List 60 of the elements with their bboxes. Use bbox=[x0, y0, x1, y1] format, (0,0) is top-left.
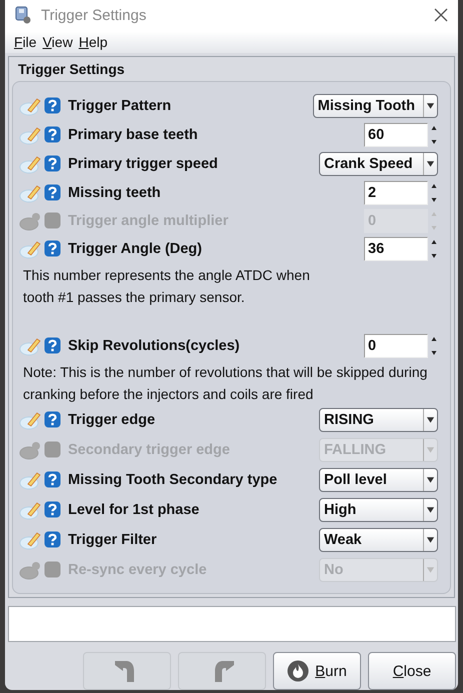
help-icon[interactable] bbox=[44, 501, 61, 518]
caret-icon bbox=[423, 152, 437, 175]
edit-icon[interactable] bbox=[19, 124, 43, 145]
help-icon[interactable] bbox=[44, 184, 61, 202]
help-icon[interactable] bbox=[44, 97, 61, 114]
panel-title: Trigger Settings bbox=[17, 60, 126, 79]
close-button[interactable]: Close bbox=[368, 652, 456, 690]
help-icon[interactable] bbox=[44, 471, 61, 488]
note-text: This number represents the angle ATDC when tooth #1 passes the primary sensor. bbox=[22, 266, 311, 307]
help-icon[interactable] bbox=[44, 411, 61, 428]
caret-icon bbox=[423, 558, 437, 581]
setting-label: Level for 1st phase bbox=[68, 502, 200, 518]
flame-icon bbox=[287, 660, 310, 682]
menu-item[interactable]: Help bbox=[78, 34, 108, 50]
dropdown[interactable]: High bbox=[319, 498, 438, 522]
caret-icon bbox=[423, 468, 437, 491]
edit-icon[interactable] bbox=[19, 336, 43, 356]
dropdown[interactable]: Crank Speed bbox=[319, 152, 438, 176]
dropdown[interactable]: RISING bbox=[319, 408, 438, 432]
window-title: Trigger Settings bbox=[41, 6, 148, 24]
caret-icon bbox=[423, 528, 437, 551]
number-field[interactable]: 2 bbox=[364, 180, 428, 205]
edit-icon[interactable] bbox=[19, 96, 43, 116]
setting-label: Trigger edge bbox=[68, 412, 156, 428]
setting-label: Trigger Pattern bbox=[68, 98, 172, 114]
edit-icon[interactable] bbox=[19, 470, 43, 490]
help-icon[interactable] bbox=[44, 240, 61, 258]
dropdown[interactable]: Poll level bbox=[319, 468, 438, 492]
edit-icon[interactable] bbox=[19, 154, 43, 174]
help-icon[interactable] bbox=[44, 531, 61, 548]
caret-icon bbox=[423, 438, 437, 461]
help-icon[interactable] bbox=[44, 126, 61, 144]
caret-icon bbox=[423, 498, 437, 521]
setting-label: Trigger Filter bbox=[68, 532, 158, 548]
menu-item[interactable]: View bbox=[42, 34, 73, 50]
number-field[interactable]: 0 bbox=[364, 334, 428, 358]
app-icon bbox=[14, 6, 32, 24]
dropdown[interactable]: Weak bbox=[319, 528, 438, 552]
dropdown[interactable]: Missing Tooth bbox=[312, 94, 438, 118]
setting-label: Trigger Angle (Deg) bbox=[68, 240, 203, 257]
edit-icon[interactable] bbox=[19, 530, 43, 550]
help-icon[interactable] bbox=[44, 337, 61, 354]
edit-icon[interactable] bbox=[19, 410, 43, 430]
caret-icon bbox=[423, 408, 437, 431]
close-icon[interactable] bbox=[434, 8, 448, 22]
menu-item[interactable]: File bbox=[14, 34, 37, 50]
setting-label: Primary base teeth bbox=[68, 126, 199, 143]
edit-icon[interactable] bbox=[19, 238, 43, 259]
number-field[interactable]: 60 bbox=[364, 122, 428, 147]
note-text: Note: This is the number of revolutions that will be skipped during cranking before the injectors and coils are fired bbox=[22, 362, 428, 404]
setting-label: Missing teeth bbox=[68, 184, 162, 201]
help-icon[interactable] bbox=[44, 155, 61, 172]
burn-button[interactable]: Burn bbox=[273, 652, 361, 690]
setting-label: Missing Tooth Secondary type bbox=[68, 472, 278, 488]
edit-icon[interactable] bbox=[19, 182, 43, 203]
number-field[interactable]: 36 bbox=[364, 236, 428, 261]
caret-icon bbox=[423, 94, 437, 117]
setting-label: Skip Revolutions(cycles) bbox=[68, 338, 241, 354]
edit-icon[interactable] bbox=[19, 500, 43, 520]
setting-label: Primary trigger speed bbox=[68, 156, 219, 172]
